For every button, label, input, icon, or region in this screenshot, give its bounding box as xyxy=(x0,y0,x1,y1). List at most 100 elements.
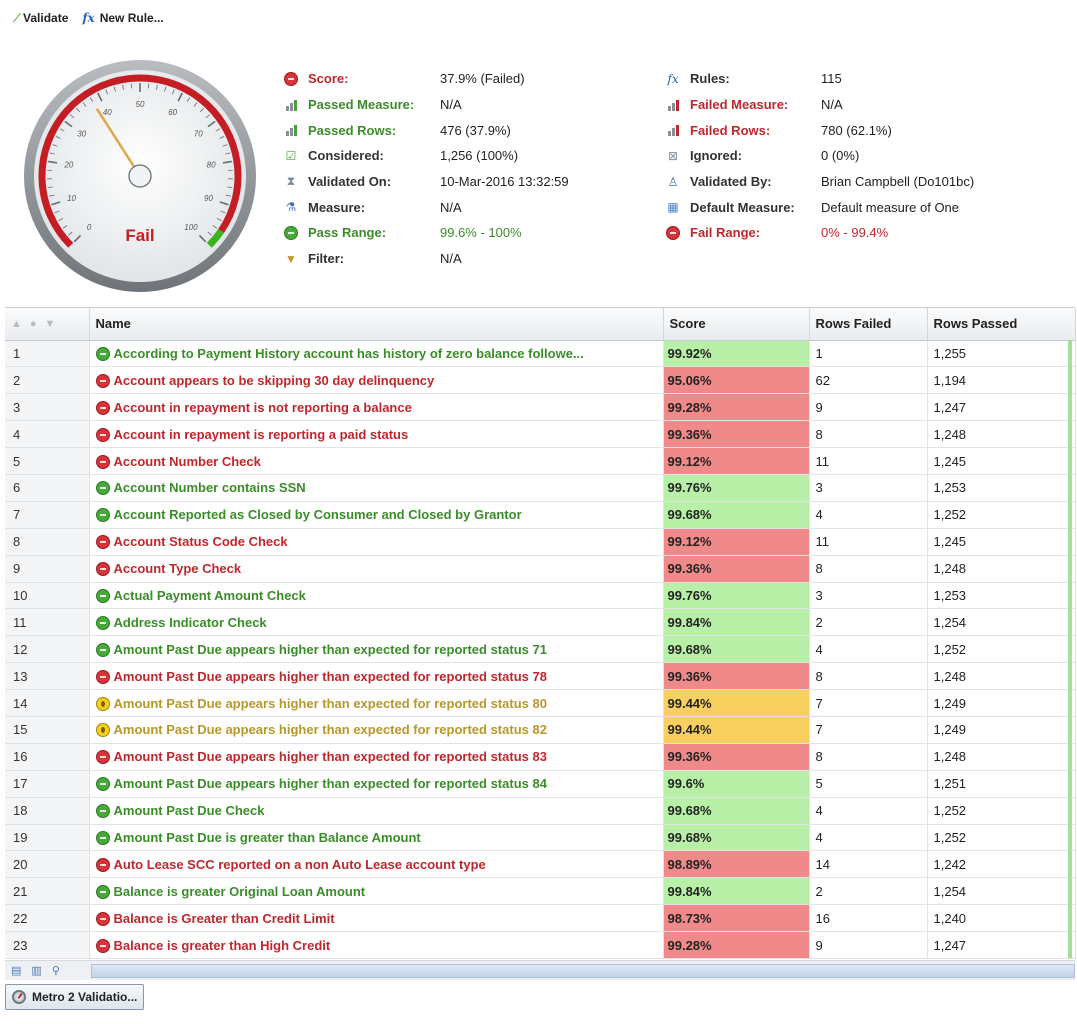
rule-name-cell[interactable]: Auto Lease SCC reported on a non Auto Le… xyxy=(89,850,664,879)
rule-name-cell[interactable]: Address Indicator Check xyxy=(89,608,664,637)
summary-label: Rules: xyxy=(690,71,730,87)
table-row[interactable]: 4 Account in repayment is reporting a pai… xyxy=(5,420,1076,449)
column-header-name[interactable]: Name xyxy=(89,308,664,341)
horizontal-scrollbar[interactable] xyxy=(91,963,1075,978)
passed-bars-icon xyxy=(285,124,297,137)
gauge-tick-label: 0 xyxy=(87,223,92,232)
rows-failed-cell: 11 xyxy=(809,528,928,556)
rule-name-cell[interactable]: According to Payment History account has… xyxy=(89,340,664,368)
table-row[interactable]: 23 Balance is greater than High Credit 99.… xyxy=(5,931,1076,959)
filter-icon[interactable]: ▼ xyxy=(45,318,56,330)
rule-name-cell[interactable]: Account appears to be skipping 30 day de… xyxy=(89,366,664,395)
rule-name-cell[interactable]: Amount Past Due appears higher than expe… xyxy=(89,770,664,798)
gauge-tick-label: 20 xyxy=(63,161,73,170)
table-row[interactable]: 12 Amount Past Due appears higher than ex… xyxy=(5,635,1076,664)
table-row[interactable]: 6 Account Number contains SSN 99.76% 3 1,253 xyxy=(5,474,1076,502)
table-row[interactable]: 11 Address Indicator Check 99.84% 2 1,254 xyxy=(5,608,1076,637)
status-filter-icon[interactable]: ● xyxy=(30,318,37,330)
rows-failed-cell: 8 xyxy=(809,662,928,691)
rule-status-icon xyxy=(95,454,110,469)
table-row[interactable]: 7 Account Reported as Closed by Consumer … xyxy=(5,501,1076,529)
rows-passed-cell: 1,252 xyxy=(927,635,1076,664)
sort-up-icon[interactable]: ▲ xyxy=(11,318,22,330)
row-number: 3 xyxy=(5,393,90,422)
rule-name-cell[interactable]: Amount Past Due appears higher than expe… xyxy=(89,716,664,744)
summary-value: 37.9% (Failed) xyxy=(440,71,525,87)
rule-name-cell[interactable]: Account Number Check xyxy=(89,447,664,475)
table-row[interactable]: 16 Amount Past Due appears higher than ex… xyxy=(5,743,1076,771)
summary-row: ⚗ Measure: N/A xyxy=(282,194,642,220)
summary-row: Score: 37.9% (Failed) xyxy=(282,66,642,92)
table-row[interactable]: 15 Amount Past Due appears higher than ex… xyxy=(5,716,1076,744)
rule-name: Account Type Check xyxy=(113,561,242,577)
rule-name-cell[interactable]: Balance is greater than High Credit xyxy=(89,931,664,959)
rows-failed-cell: 9 xyxy=(809,931,928,959)
table-row[interactable]: 1 According to Payment History account ha… xyxy=(5,340,1076,368)
rule-name-cell[interactable]: Actual Payment Amount Check xyxy=(89,582,664,610)
table-row[interactable]: 18 Amount Past Due Check 99.68% 4 1,252 xyxy=(5,797,1076,825)
rows-failed-cell: 3 xyxy=(809,582,928,610)
rule-status-icon xyxy=(95,508,110,523)
summary-value: 99.6% - 100% xyxy=(440,225,522,241)
rows-passed-cell: 1,247 xyxy=(927,393,1076,422)
rule-name-cell[interactable]: Balance is Greater than Credit Limit xyxy=(89,904,664,933)
table-row[interactable]: 17 Amount Past Due appears higher than ex… xyxy=(5,770,1076,798)
rule-name-cell[interactable]: Amount Past Due appears higher than expe… xyxy=(89,689,664,717)
rule-status-icon xyxy=(95,857,110,872)
table-view-icon[interactable]: ▤ xyxy=(11,964,21,977)
table-row[interactable]: 2 Account appears to be skipping 30 day d… xyxy=(5,366,1076,395)
filter-funnel-icon: ▼ xyxy=(285,251,297,266)
rule-name-cell[interactable]: Balance is greater Original Loan Amount xyxy=(89,877,664,906)
rule-name-cell[interactable]: Account Status Code Check xyxy=(89,528,664,556)
chart-view-icon[interactable]: ▥ xyxy=(31,964,41,977)
new-rule-button[interactable]: fx New Rule... xyxy=(82,11,163,25)
table-row[interactable]: 3 Account in repayment is not reporting a… xyxy=(5,393,1076,422)
summary-right: fx Rules: 115 Failed Measure: N/A Failed Rows… xyxy=(664,66,1074,246)
rule-name-cell[interactable]: Account in repayment is not reporting a … xyxy=(89,393,664,422)
rule-name-cell[interactable]: Amount Past Due is greater than Balance … xyxy=(89,824,664,852)
tab-label: Metro 2 Validatio... xyxy=(32,990,138,1004)
column-header-score[interactable]: Score xyxy=(663,308,810,341)
column-header-rows-failed[interactable]: Rows Failed xyxy=(809,308,928,341)
summary-label: Failed Measure: xyxy=(690,97,789,113)
rule-name-cell[interactable]: Amount Past Due appears higher than expe… xyxy=(89,635,664,664)
table-row[interactable]: 5 Account Number Check 99.12% 11 1,245 xyxy=(5,447,1076,475)
rule-name: Account appears to be skipping 30 day de… xyxy=(113,372,435,388)
failed-bars-icon xyxy=(667,99,679,111)
rows-passed-cell: 1,255 xyxy=(927,340,1076,368)
search-icon[interactable]: ⚲ xyxy=(52,964,60,977)
table-row[interactable]: 8 Account Status Code Check 99.12% 11 1,245 xyxy=(5,528,1076,556)
rule-name-cell[interactable]: Amount Past Due appears higher than expe… xyxy=(89,662,664,691)
rule-name: Auto Lease SCC reported on a non Auto Le… xyxy=(113,856,486,872)
validate-button[interactable]: ⁄ Validate xyxy=(16,11,68,25)
gauge-status-label: Fail xyxy=(125,226,154,245)
table-row[interactable]: 14 Amount Past Due appears higher than ex… xyxy=(5,689,1076,717)
rule-name-cell[interactable]: Account Type Check xyxy=(89,555,664,583)
rule-name-cell[interactable]: Account Reported as Closed by Consumer a… xyxy=(89,501,664,529)
rule-name-cell[interactable]: Amount Past Due Check xyxy=(89,797,664,825)
summary-row: ▦ Default Measure: Default measure of One xyxy=(664,194,1074,220)
rule-name-cell[interactable]: Amount Past Due appears higher than expe… xyxy=(89,743,664,771)
rows-passed-cell: 1,242 xyxy=(927,850,1076,879)
rows-passed-cell: 1,251 xyxy=(927,770,1076,798)
table-row[interactable]: 20 Auto Lease SCC reported on a non Auto … xyxy=(5,850,1076,879)
rules-grid: ▲ ● ▼ Name Score Rows Failed Rows Passed… xyxy=(5,307,1076,959)
rule-name-cell[interactable]: Account Number contains SSN xyxy=(89,474,664,502)
row-number: 11 xyxy=(5,608,90,637)
rule-name-cell[interactable]: Account in repayment is reporting a paid… xyxy=(89,420,664,449)
table-row[interactable]: 22 Balance is Greater than Credit Limit 98… xyxy=(5,904,1076,933)
failed-bars-icon xyxy=(667,124,679,137)
rows-passed-cell: 1,249 xyxy=(927,716,1076,744)
table-row[interactable]: 13 Amount Past Due appears higher than ex… xyxy=(5,662,1076,691)
grid-header-row: ▲ ● ▼ Name Score Rows Failed Rows Passed xyxy=(5,308,1076,341)
table-row[interactable]: 10 Actual Payment Amount Check 99.76% 3 1,25… xyxy=(5,582,1076,610)
table-row[interactable]: 9 Account Type Check 99.36% 8 1,248 xyxy=(5,555,1076,583)
metro2-validation-tab[interactable]: Metro 2 Validatio... xyxy=(5,984,145,1010)
rule-name: Balance is greater Original Loan Amount xyxy=(113,883,366,899)
summary-value: Default measure of One xyxy=(821,199,960,215)
table-row[interactable]: 19 Amount Past Due is greater than Balanc… xyxy=(5,824,1076,852)
rule-name: Balance is greater than High Credit xyxy=(113,937,331,953)
summary-row: Failed Measure: N/A xyxy=(664,92,1074,118)
table-row[interactable]: 21 Balance is greater Original Loan Amoun… xyxy=(5,877,1076,906)
column-header-rows-passed[interactable]: Rows Passed xyxy=(927,308,1076,341)
